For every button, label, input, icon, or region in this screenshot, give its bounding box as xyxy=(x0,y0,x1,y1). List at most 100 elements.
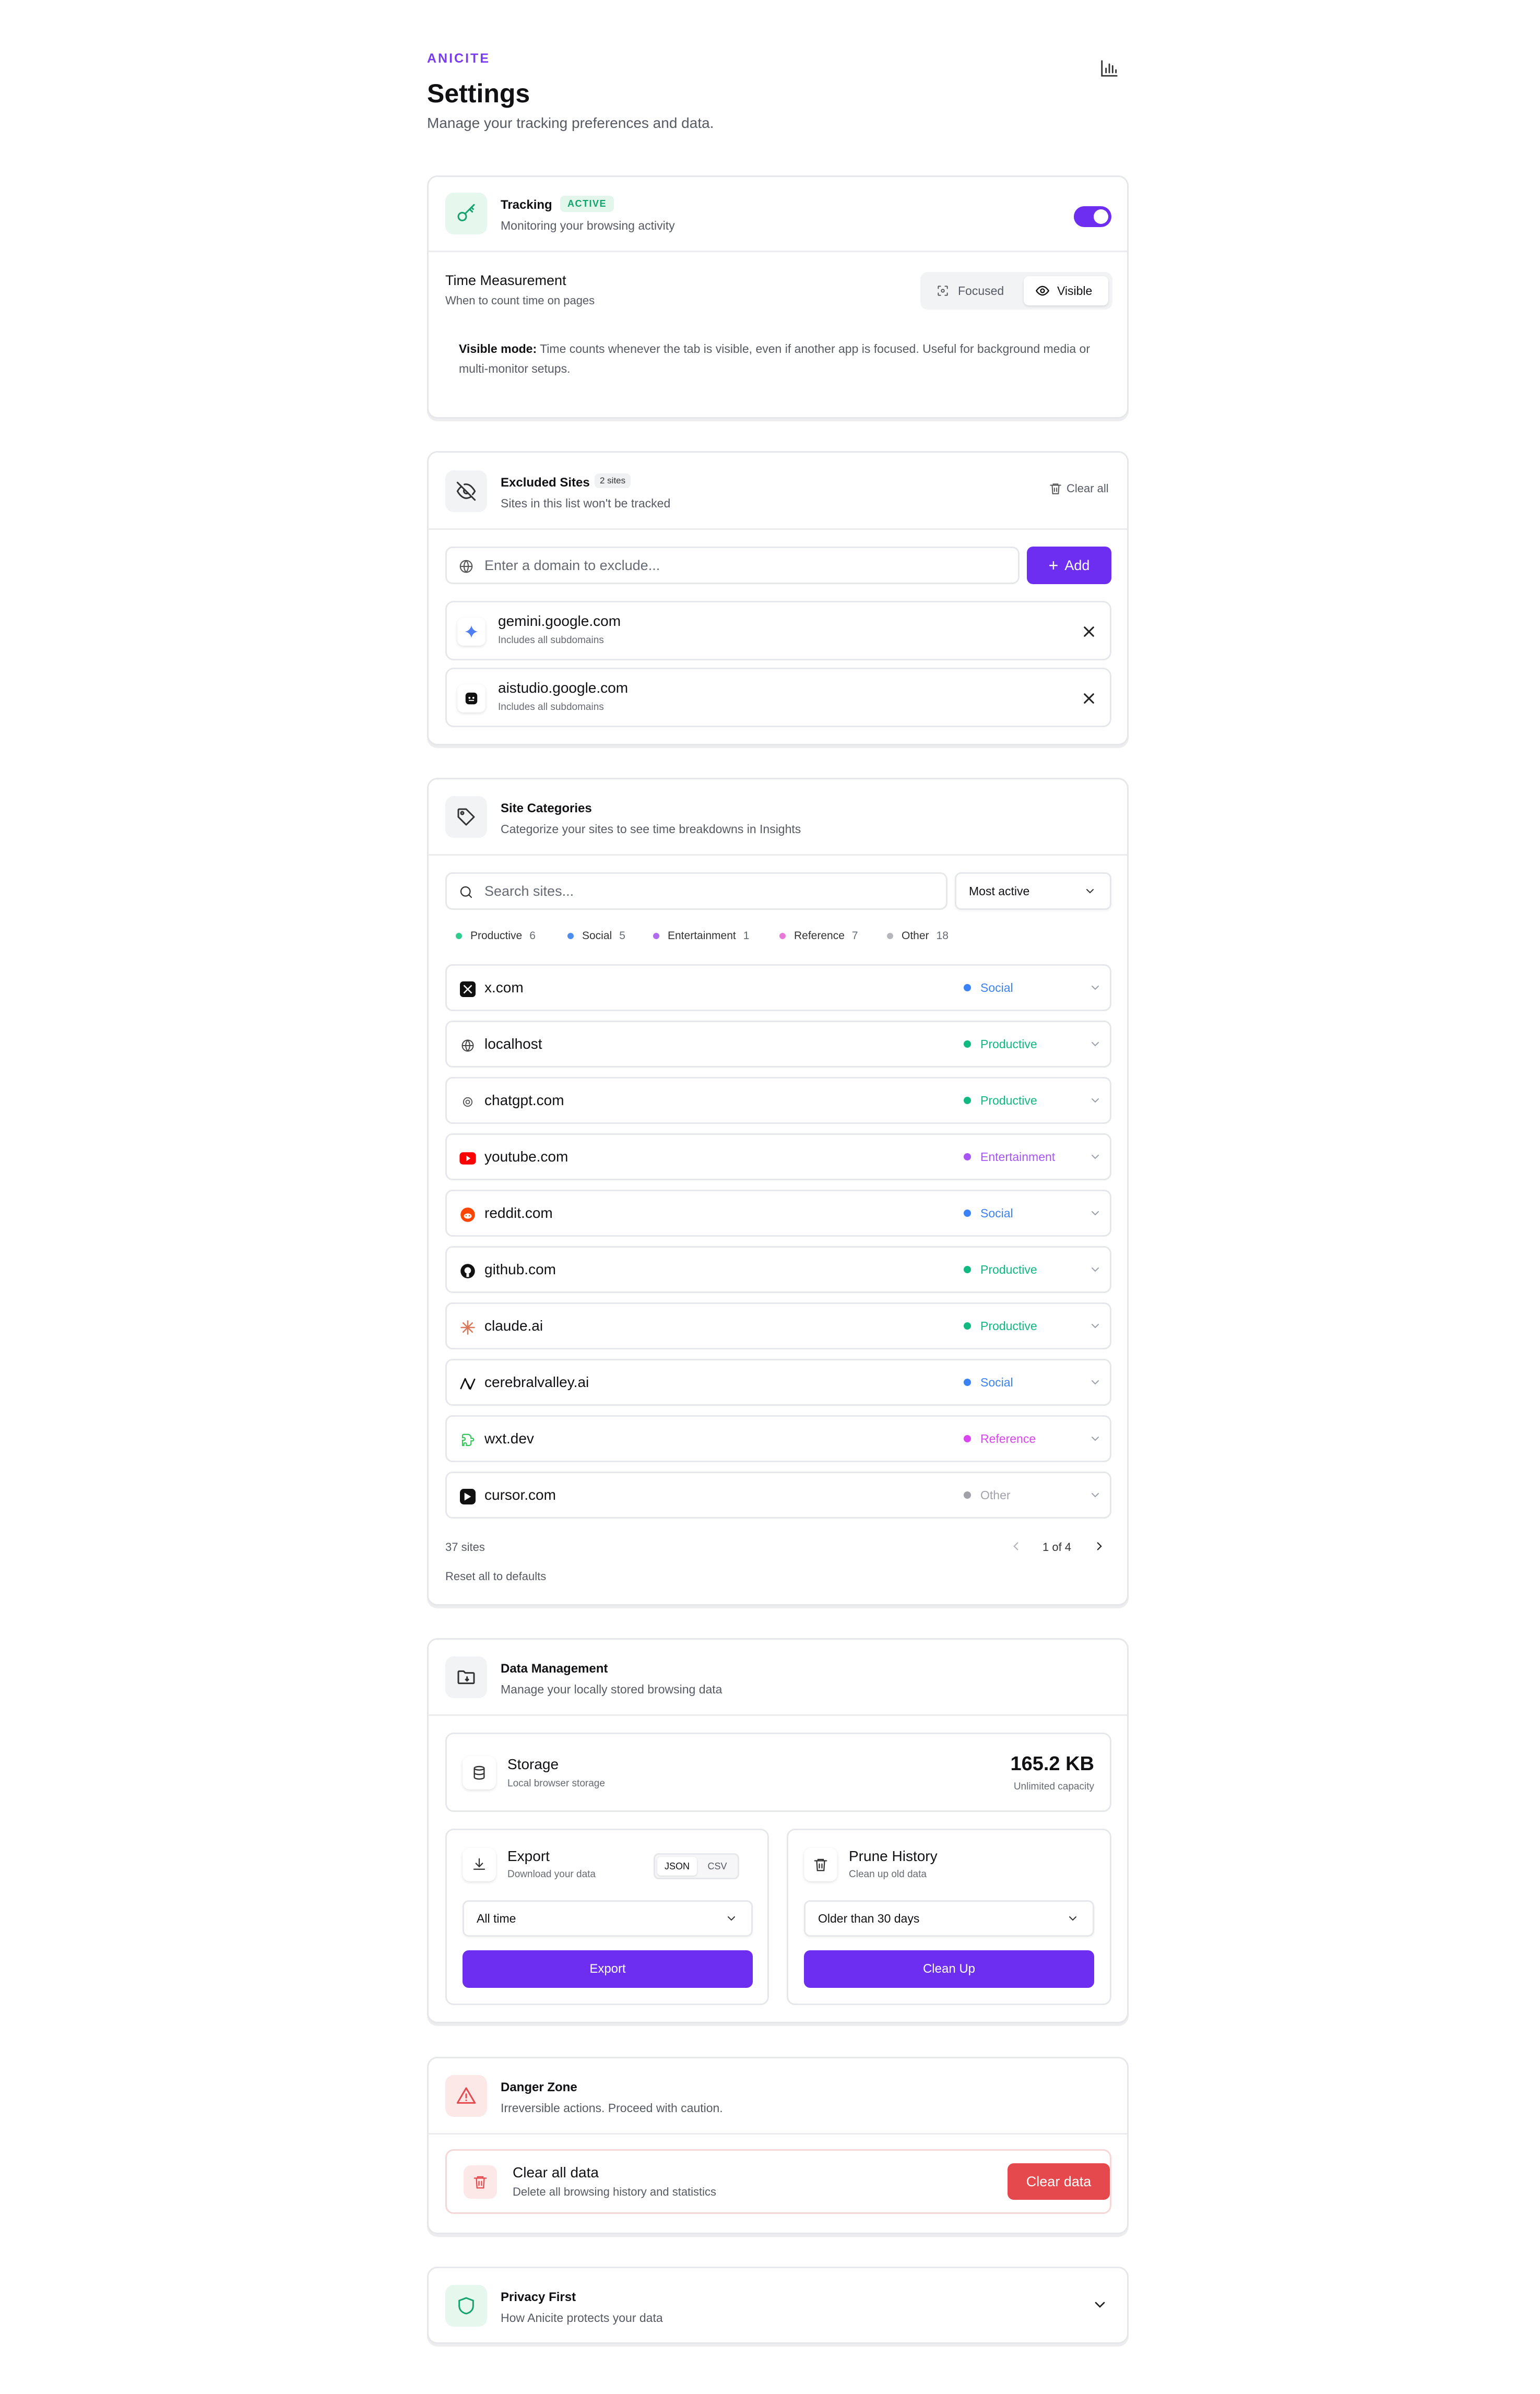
toggle-knob xyxy=(1094,209,1108,224)
category-label: Reference xyxy=(980,1431,1036,1445)
tracking-toggle[interactable] xyxy=(1074,206,1111,227)
reddit-icon xyxy=(459,1206,476,1223)
format-csv[interactable]: CSV xyxy=(698,1857,737,1876)
category-row[interactable]: youtube.com Entertainment xyxy=(445,1133,1111,1180)
category-label: Productive xyxy=(980,1093,1037,1107)
clear-all-button[interactable]: Clear all xyxy=(1049,482,1109,495)
storage-value: 165.2 KB xyxy=(1010,1753,1094,1775)
mode-note-text: Time counts whenever the tab is visible,… xyxy=(459,342,1090,375)
mode-focused[interactable]: Focused xyxy=(925,276,1021,305)
prev-page-button[interactable] xyxy=(1009,1539,1023,1556)
tracking-header: Tracking ACTIVE Monitoring your browsing… xyxy=(429,177,1127,252)
site-search-input[interactable]: Search sites... xyxy=(445,872,947,910)
category-label: Entertainment xyxy=(980,1149,1056,1164)
category-badge[interactable]: Reference xyxy=(964,1417,1036,1461)
category-site-name: wxt.dev xyxy=(484,1430,534,1447)
legend-label: Entertainment xyxy=(668,930,736,942)
youtube-icon xyxy=(459,1150,476,1167)
clear-data-subtitle: Delete all browsing history and statisti… xyxy=(513,2185,717,2198)
category-badge[interactable]: Other xyxy=(964,1473,1011,1517)
category-row[interactable]: chatgpt.com Productive xyxy=(445,1077,1111,1124)
chevron-down-icon xyxy=(1089,1263,1101,1276)
remove-site-button[interactable] xyxy=(1079,621,1099,642)
chevron-down-icon xyxy=(1089,1038,1101,1050)
danger-zone-card: Danger Zone Irreversible actions. Procee… xyxy=(427,2057,1129,2234)
chevron-down-icon xyxy=(1089,981,1101,994)
sort-select[interactable]: Most active xyxy=(955,872,1111,910)
tracking-card: Tracking ACTIVE Monitoring your browsing… xyxy=(427,175,1129,419)
category-badge[interactable]: Productive xyxy=(964,1022,1037,1066)
chatgpt-icon xyxy=(459,1094,476,1110)
category-label: Social xyxy=(980,1375,1013,1389)
excluded-site-row: aistudio.google.com Includes all subdoma… xyxy=(445,668,1111,727)
tracking-title: Tracking xyxy=(501,198,552,212)
export-button[interactable]: Export xyxy=(463,1950,753,1988)
data-management-card: Data Management Manage your locally stor… xyxy=(427,1638,1129,2023)
category-badge[interactable]: Productive xyxy=(964,1248,1037,1291)
export-format-toggle: JSON CSV xyxy=(654,1853,739,1879)
clear-data-button[interactable]: Clear data xyxy=(1008,2163,1110,2200)
category-row[interactable]: github.com Productive xyxy=(445,1246,1111,1293)
reset-defaults-link[interactable]: Reset all to defaults xyxy=(445,1570,546,1583)
category-row[interactable]: claude.ai Productive xyxy=(445,1302,1111,1349)
category-row[interactable]: reddit.com Social xyxy=(445,1190,1111,1237)
key-icon xyxy=(445,193,487,234)
chevron-down-icon[interactable] xyxy=(1092,2296,1108,2316)
categories-header: Site Categories Categorize your sites to… xyxy=(429,779,1127,856)
eye-icon xyxy=(1035,283,1050,298)
page-subtitle: Manage your tracking preferences and dat… xyxy=(427,115,714,131)
category-label: Productive xyxy=(980,1037,1037,1051)
category-label: Productive xyxy=(980,1319,1037,1333)
chevron-down-icon xyxy=(1089,1489,1101,1501)
remove-site-button[interactable] xyxy=(1079,688,1099,709)
add-exclusion-button[interactable]: + Add xyxy=(1027,547,1111,584)
clear-data-row: Clear all data Delete all browsing histo… xyxy=(445,2149,1111,2214)
wxt-icon xyxy=(459,1432,476,1449)
excluded-domain-note: Includes all subdomains xyxy=(498,635,604,646)
prune-range-selected: Older than 30 days xyxy=(818,1911,920,1925)
category-row[interactable]: localhost Productive xyxy=(445,1021,1111,1068)
category-row[interactable]: cursor.com Other xyxy=(445,1472,1111,1519)
export-panel: Export Download your data JSON CSV All t… xyxy=(445,1829,769,2005)
globe-icon xyxy=(458,559,474,574)
category-site-name: localhost xyxy=(484,1036,542,1052)
category-badge[interactable]: Productive xyxy=(964,1079,1037,1122)
category-badge[interactable]: Entertainment xyxy=(964,1135,1055,1179)
x-logo-icon xyxy=(459,981,476,998)
sites-total: 37 sites xyxy=(445,1540,485,1554)
category-badge[interactable]: Social xyxy=(964,1360,1013,1404)
category-row[interactable]: cerebralvalley.ai Social xyxy=(445,1359,1111,1406)
exclude-domain-input[interactable]: Enter a domain to exclude... xyxy=(445,547,1020,584)
danger-subtitle: Irreversible actions. Proceed with cauti… xyxy=(501,2101,723,2115)
category-badge[interactable]: Social xyxy=(964,966,1013,1010)
next-page-button[interactable] xyxy=(1093,1539,1106,1556)
mode-visible[interactable]: Visible xyxy=(1024,276,1108,305)
tag-icon xyxy=(445,796,487,838)
category-badge[interactable]: Productive xyxy=(964,1304,1037,1348)
trash-icon xyxy=(804,1848,837,1881)
export-range-select[interactable]: All time xyxy=(463,1900,753,1937)
category-badge[interactable]: Social xyxy=(964,1191,1013,1235)
privacy-card[interactable]: Privacy First How Anicite protects your … xyxy=(427,2267,1129,2344)
site-categories-card: Site Categories Categorize your sites to… xyxy=(427,778,1129,1606)
danger-header: Danger Zone Irreversible actions. Procee… xyxy=(429,2058,1127,2135)
chevron-down-icon xyxy=(1089,1320,1101,1332)
shield-icon xyxy=(445,2285,487,2327)
format-json[interactable]: JSON xyxy=(657,1857,697,1876)
prune-range-select[interactable]: Older than 30 days xyxy=(804,1900,1094,1937)
category-label: Other xyxy=(980,1488,1011,1502)
storage-title: Storage xyxy=(507,1756,559,1772)
excluded-sites-card: Excluded Sites 2 sites Sites in this lis… xyxy=(427,451,1129,745)
chevron-down-icon xyxy=(1084,885,1096,897)
prune-panel: Prune History Clean up old data Older th… xyxy=(787,1829,1111,2005)
bar-chart-icon[interactable] xyxy=(1099,58,1119,78)
category-row[interactable]: wxt.dev Reference xyxy=(445,1415,1111,1462)
excluded-domain: aistudio.google.com xyxy=(498,680,629,696)
legend-label: Social xyxy=(582,930,612,942)
export-range-selected: All time xyxy=(477,1911,516,1925)
clean-up-button[interactable]: Clean Up xyxy=(804,1950,1094,1988)
category-row[interactable]: x.com Social xyxy=(445,964,1111,1011)
categories-subtitle: Categorize your sites to see time breakd… xyxy=(501,822,801,836)
legend-label: Productive xyxy=(470,930,523,942)
time-measurement-subtitle: When to count time on pages xyxy=(445,294,595,307)
